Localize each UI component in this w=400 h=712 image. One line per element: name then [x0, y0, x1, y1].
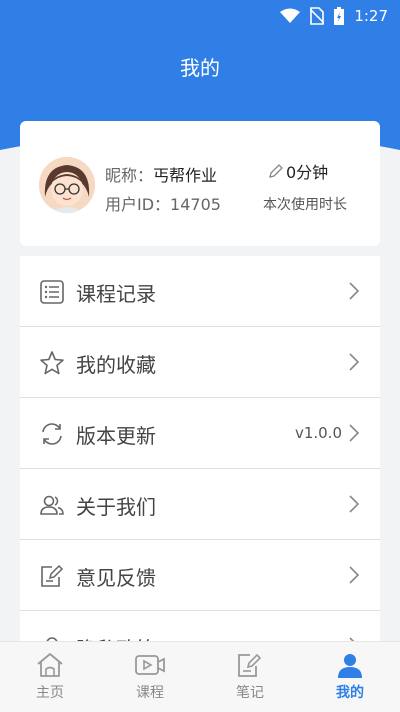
refresh-icon: [42, 423, 62, 445]
menu-item-privacy-policy[interactable]: 隐私政策: [20, 611, 380, 641]
menu-list: 课程记录 我的收藏 版本更新 v1.0.0 关于我们 意见反馈: [20, 256, 380, 641]
menu-item-label: 我的收藏: [76, 353, 156, 377]
chevron-right-icon: [349, 353, 360, 371]
profile-card: 昵称：丐帮作业 用户ID：14705 0分钟 本次使用时长: [20, 121, 380, 246]
tab-label: 课程: [136, 685, 164, 701]
usage-duration: 0分钟: [268, 159, 328, 183]
user-id-value: 14705: [170, 195, 221, 214]
status-time: 1:27: [354, 7, 388, 25]
battery-charging-icon: [334, 7, 345, 25]
user-id: 用户ID：14705: [105, 191, 221, 215]
star-icon: [40, 351, 64, 375]
wifi-icon: [280, 8, 301, 23]
tab-course[interactable]: 课程: [100, 642, 200, 712]
tab-label: 我的: [336, 685, 364, 701]
tab-label: 笔记: [236, 685, 264, 701]
people-icon: [40, 495, 64, 515]
video-icon: [135, 655, 165, 675]
page-title: 我的: [180, 56, 220, 80]
chevron-right-icon: [349, 424, 360, 442]
chevron-right-icon: [349, 282, 360, 300]
menu-item-label: 意见反馈: [76, 566, 156, 590]
menu-item-label: 关于我们: [76, 495, 156, 519]
menu-item-feedback[interactable]: 意见反馈: [20, 540, 380, 611]
usage-duration-label: 本次使用时长: [263, 197, 347, 213]
status-bar: 1:27: [0, 0, 400, 32]
menu-item-label: 课程记录: [76, 282, 156, 306]
chevron-right-icon: [349, 495, 360, 513]
feedback-icon: [41, 564, 64, 587]
tab-label: 主页: [36, 685, 64, 701]
menu-item-course-record[interactable]: 课程记录: [20, 256, 380, 327]
menu-item-favorites[interactable]: 我的收藏: [20, 327, 380, 398]
privacy-icon: [46, 637, 58, 641]
menu-item-about-us[interactable]: 关于我们: [20, 469, 380, 540]
usage-duration-value: 0分钟: [286, 163, 329, 182]
no-sim-icon: [310, 7, 325, 25]
menu-item-label: 版本更新: [76, 424, 156, 448]
user-icon: [338, 654, 362, 678]
menu-item-version-update[interactable]: 版本更新 v1.0.0: [20, 398, 380, 469]
chevron-right-icon: [349, 566, 360, 584]
tab-home[interactable]: 主页: [0, 642, 100, 712]
nickname-value: 丐帮作业: [153, 166, 218, 185]
home-icon: [37, 653, 63, 677]
list-icon: [40, 280, 64, 304]
menu-item-label: 隐私政策: [76, 633, 156, 641]
tab-notes[interactable]: 笔记: [200, 642, 300, 712]
nickname: 昵称：丐帮作业: [105, 162, 217, 186]
tab-mine[interactable]: 我的: [300, 642, 400, 712]
avatar[interactable]: [39, 157, 95, 213]
pencil-icon: [269, 164, 283, 178]
bottom-tab-bar: 主页 课程 笔记 我的: [0, 641, 400, 712]
version-value: v1.0.0: [294, 424, 342, 442]
note-icon: [238, 653, 262, 677]
nickname-label: 昵称：: [105, 166, 154, 185]
user-id-label: 用户ID：: [105, 195, 171, 214]
